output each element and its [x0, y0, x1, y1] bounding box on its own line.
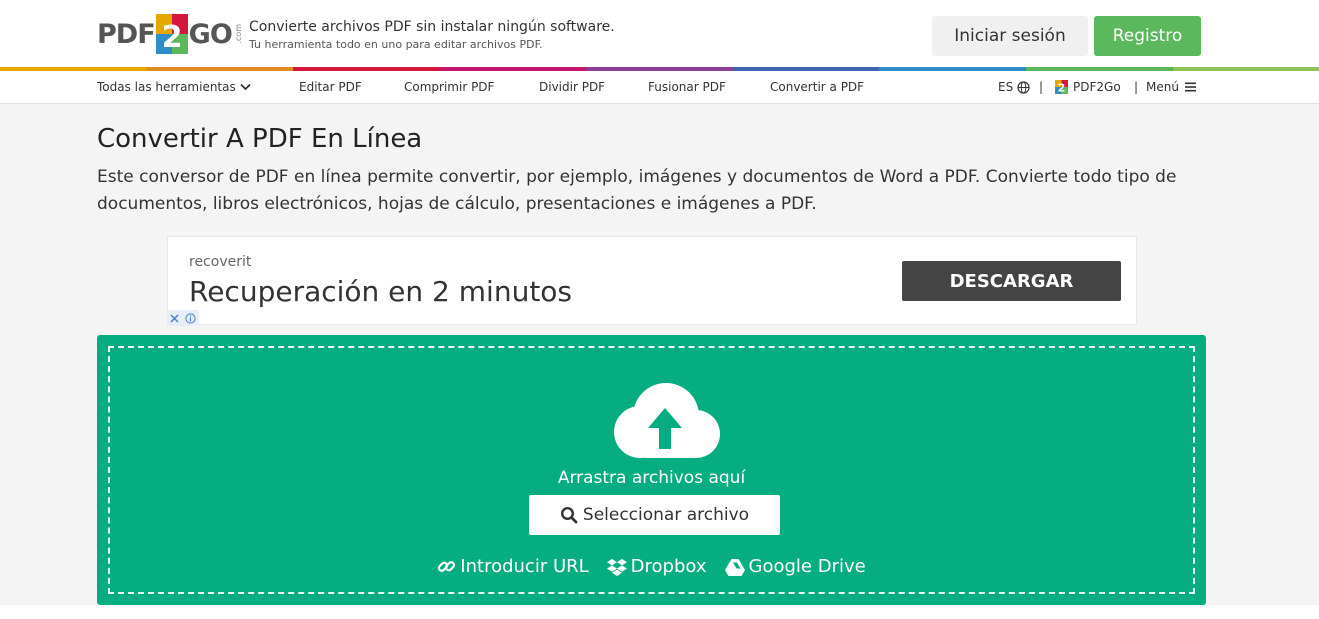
tagline: Convierte archivos PDF sin instalar ning…: [249, 19, 615, 51]
pdf2go-small-logo-icon: 2: [1055, 80, 1068, 94]
logo-suffix: .com: [233, 24, 243, 44]
upload-dropzone-border: Arrastra archivos aquí Seleccionar archi…: [108, 346, 1195, 594]
dropbox-link[interactable]: Dropbox: [606, 556, 707, 577]
globe-icon: [1017, 80, 1030, 94]
nav-separator-2: |: [1134, 80, 1139, 94]
upload-dropzone[interactable]: Arrastra archivos aquí Seleccionar archi…: [97, 335, 1206, 605]
cloud-upload-icon: [614, 383, 720, 458]
bottom-strip: [0, 605, 1319, 619]
nav-edit-pdf[interactable]: Editar PDF: [299, 80, 362, 94]
upload-sources: Introducir URL Dropbox Google Drive: [110, 556, 1193, 577]
site-header: PDF 2 GO .com Convierte archivos PDF sin…: [0, 0, 1319, 67]
hamburger-icon: [1184, 82, 1196, 92]
enter-url-label: Introducir URL: [460, 556, 589, 577]
select-file-label: Seleccionar archivo: [582, 505, 750, 525]
info-icon[interactable]: [185, 312, 196, 324]
tagline-sub: Tu herramienta todo en uno para editar a…: [249, 38, 543, 51]
search-icon: [560, 506, 578, 524]
dropbox-icon: [606, 558, 627, 576]
close-icon[interactable]: [170, 313, 179, 323]
menu-label: Menú: [1146, 80, 1179, 94]
tagline-main: Convierte archivos PDF sin instalar ning…: [249, 19, 615, 35]
advertisement[interactable]: recoverit Recuperación en 2 minutos DESC…: [167, 236, 1137, 326]
google-drive-label: Google Drive: [748, 556, 866, 577]
nav-all-tools-label: Todas las herramientas: [97, 80, 236, 94]
ad-headline: Recuperación en 2 minutos: [189, 275, 573, 308]
nav-separator: |: [1039, 80, 1044, 94]
nav-brand-link[interactable]: 2 PDF2Go: [1055, 80, 1121, 94]
nav-brand-label: PDF2Go: [1073, 80, 1121, 94]
svg-text:2: 2: [1058, 82, 1066, 95]
page-description: Este conversor de PDF en línea permite c…: [97, 167, 1177, 214]
menu-button[interactable]: Menú: [1146, 80, 1196, 94]
dropbox-label: Dropbox: [630, 556, 707, 577]
google-drive-icon: [724, 558, 745, 576]
drag-files-text: Arrastra archivos aquí: [557, 468, 746, 488]
link-icon: [438, 561, 456, 572]
select-file-button[interactable]: Seleccionar archivo: [529, 495, 780, 535]
logo-two-mark: 2: [155, 14, 188, 55]
chevron-down-icon: [240, 83, 251, 91]
logo-text-right: GO: [188, 18, 233, 50]
nav-all-tools[interactable]: Todas las herramientas: [97, 80, 251, 94]
main-nav: Todas las herramientas Editar PDF Compri…: [0, 71, 1319, 104]
pdf2go-logo[interactable]: PDF 2 GO .com: [97, 14, 243, 55]
enter-url-link[interactable]: Introducir URL: [437, 556, 589, 577]
nav-convert-to-pdf[interactable]: Convertir a PDF: [770, 80, 864, 94]
ad-choices-badge[interactable]: [167, 310, 199, 326]
ad-download-button[interactable]: DESCARGAR: [902, 261, 1121, 301]
svg-text:2: 2: [161, 20, 182, 54]
language-label: ES: [998, 80, 1014, 94]
nav-merge-pdf[interactable]: Fusionar PDF: [648, 80, 726, 94]
login-button[interactable]: Iniciar sesión: [932, 16, 1088, 56]
page-title: Convertir A PDF En Línea: [97, 124, 423, 154]
google-drive-link[interactable]: Google Drive: [724, 556, 866, 577]
ad-brand: recoverit: [189, 254, 252, 270]
language-selector[interactable]: ES: [998, 80, 1030, 94]
register-button[interactable]: Registro: [1094, 16, 1201, 56]
logo-text-left: PDF: [97, 18, 156, 50]
nav-compress-pdf[interactable]: Comprimir PDF: [404, 80, 494, 94]
nav-split-pdf[interactable]: Dividir PDF: [539, 80, 605, 94]
